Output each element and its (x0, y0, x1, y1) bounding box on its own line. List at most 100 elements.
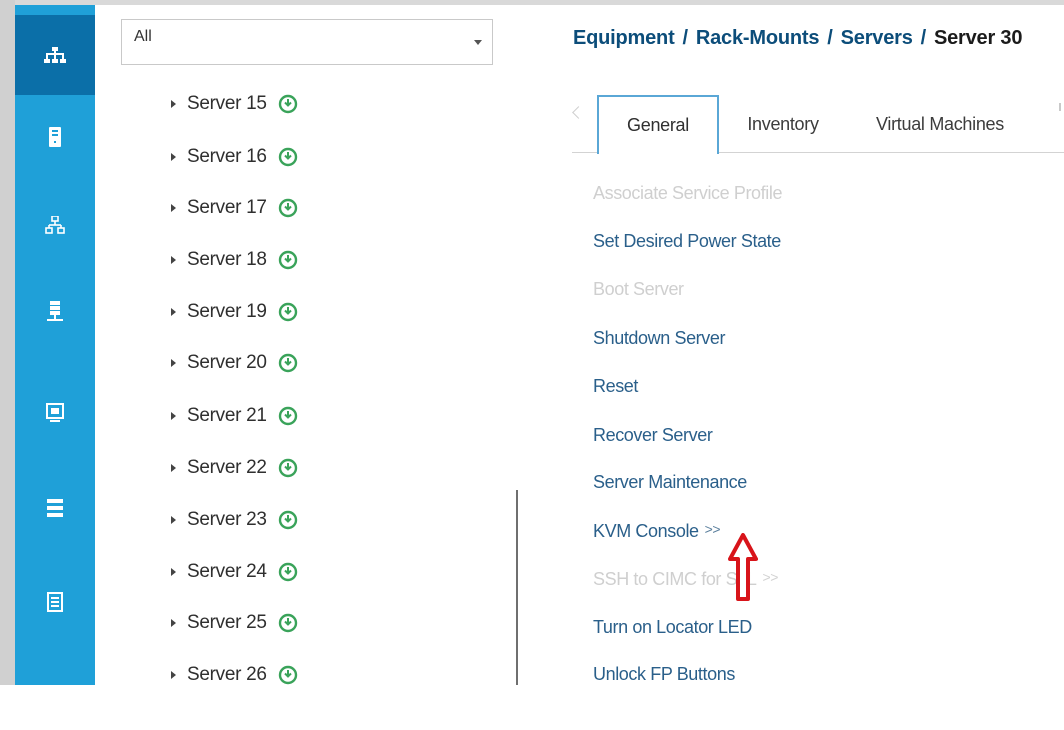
breadcrumb-current: Server 30 (933, 27, 1023, 49)
tree-item-label: Server 23 (187, 509, 267, 530)
status-ok-icon (278, 147, 297, 167)
breadcrumb-link-servers[interactable]: Servers (841, 27, 913, 49)
action-associate-service-profile[interactable]: Associate Service Profile (593, 183, 782, 204)
breadcrumb-separator: / (920, 27, 927, 49)
navigation-panel: All Server 15 Server 16 Server 17 Server… (95, 5, 542, 685)
action-label: Recover Server (593, 425, 713, 445)
rail-item-servers[interactable] (15, 97, 95, 177)
san-storage-icon (47, 301, 63, 321)
tab-virtual-machines[interactable]: Virtual Machines (855, 95, 1025, 153)
content-pane: Equipment / Rack-Mounts / Servers / Server 30 … (541, 5, 1064, 685)
tree-item-label: Server 15 (187, 93, 267, 114)
expand-arrow-icon[interactable] (171, 568, 176, 576)
tree-item-server-25[interactable]: Server 25 (171, 608, 298, 638)
filter-dropdown[interactable]: All (121, 19, 493, 65)
action-label: Shutdown Server (593, 328, 726, 348)
status-ok-icon (278, 458, 297, 478)
tree-item-server-23[interactable]: Server 23 (171, 505, 298, 535)
tab-label: General (627, 115, 689, 135)
admin-icon (53, 688, 57, 700)
tab-inventory[interactable]: Inventory (727, 95, 839, 153)
status-ok-icon (278, 665, 297, 685)
expand-arrow-icon[interactable] (171, 153, 176, 161)
rail-item-admin-list[interactable] (15, 562, 95, 642)
annotation-up-arrow-icon (728, 533, 758, 601)
rail-item-san[interactable] (15, 272, 95, 352)
expand-arrow-icon[interactable] (171, 671, 176, 679)
tree-item-server-19[interactable]: Server 19 (171, 297, 298, 327)
tree-item-label: Server 16 (187, 146, 267, 167)
tab-scroll-right-hint (1059, 103, 1061, 111)
action-label: Reset (593, 376, 639, 396)
tree-item-server-17[interactable]: Server 17 (171, 193, 298, 223)
tree-item-label: Server 19 (187, 301, 267, 322)
tree-item-server-18[interactable]: Server 18 (171, 245, 298, 275)
action-label: Set Desired Power State (593, 231, 781, 251)
tree-item-server-24[interactable]: Server 24 (171, 557, 298, 587)
panel-splitter[interactable] (516, 490, 518, 685)
status-ok-icon (278, 510, 297, 530)
tab-label: Virtual Machines (876, 113, 1004, 134)
action-label: KVM Console (593, 521, 699, 541)
action-kvm-console[interactable]: KVM Console >> (593, 521, 721, 542)
tree-item-label: Server 25 (187, 612, 267, 633)
tree-item-label: Server 20 (187, 352, 267, 373)
tree-item-server-15[interactable]: Server 15 (171, 89, 298, 119)
rail-item-vm[interactable] (15, 373, 95, 453)
admin-list-icon (47, 592, 63, 612)
expand-arrow-icon[interactable] (171, 619, 176, 627)
expand-arrow-icon[interactable] (171, 464, 176, 472)
expand-arrow-icon[interactable] (171, 256, 176, 264)
expand-arrow-icon[interactable] (171, 100, 176, 108)
tab-scroll-left-icon[interactable] (572, 106, 585, 119)
expand-arrow-icon[interactable] (171, 359, 176, 367)
server-icon (49, 127, 61, 147)
action-shutdown-server[interactable]: Shutdown Server (593, 328, 725, 349)
action-recover-server[interactable]: Recover Server (593, 425, 713, 446)
launch-arrow-icon: >> (704, 521, 721, 537)
action-turn-on-locator-led[interactable]: Turn on Locator LED (593, 617, 752, 638)
breadcrumb-link-equipment[interactable]: Equipment (573, 27, 675, 49)
tab-label: Inventory (747, 113, 819, 134)
expand-arrow-icon[interactable] (171, 308, 176, 316)
action-reset[interactable]: Reset (593, 376, 638, 397)
tree-item-label: Server 18 (187, 249, 267, 270)
action-set-desired-power-state[interactable]: Set Desired Power State (593, 231, 781, 252)
status-ok-icon (278, 353, 297, 373)
status-ok-icon (278, 302, 297, 322)
launch-arrow-icon: >> (762, 569, 779, 585)
expand-arrow-icon[interactable] (171, 412, 176, 420)
status-ok-icon (278, 613, 297, 633)
breadcrumb-link-rack-mounts[interactable]: Rack-Mounts (696, 27, 820, 49)
tree-item-server-21[interactable]: Server 21 (171, 401, 298, 431)
breadcrumb-separator: / (682, 27, 689, 49)
tree-item-label: Server 26 (187, 664, 267, 685)
tree-item-server-22[interactable]: Server 22 (171, 453, 298, 483)
action-unlock-fp-buttons[interactable]: Unlock FP Buttons (593, 664, 735, 685)
window-frame-left (0, 0, 15, 685)
rail-item-equipment[interactable] (15, 15, 95, 95)
rail-item-lan[interactable] (15, 185, 95, 265)
action-label: Server Maintenance (593, 472, 747, 492)
breadcrumb: Equipment / Rack-Mounts / Servers / Server 30 (573, 27, 1022, 50)
action-server-maintenance[interactable]: Server Maintenance (593, 472, 747, 493)
breadcrumb-separator: / (827, 27, 833, 49)
lan-network-icon (45, 216, 65, 234)
status-ok-icon (278, 94, 297, 114)
action-label: Unlock FP Buttons (593, 664, 735, 684)
tree-item-server-20[interactable]: Server 20 (171, 348, 298, 378)
expand-arrow-icon[interactable] (171, 204, 176, 212)
status-ok-icon (278, 406, 297, 426)
filter-selected-value: All (134, 28, 152, 45)
tree-item-label: Server 21 (187, 405, 267, 426)
nav-icon-rail (15, 5, 95, 700)
tree-item-server-26[interactable]: Server 26 (171, 660, 298, 690)
equipment-icon (44, 47, 66, 63)
rail-item-admin[interactable] (15, 650, 95, 730)
rail-item-storage[interactable] (15, 468, 95, 548)
action-boot-server[interactable]: Boot Server (593, 279, 684, 300)
expand-arrow-icon[interactable] (171, 516, 176, 524)
tree-item-server-16[interactable]: Server 16 (171, 142, 298, 172)
status-ok-icon (278, 198, 297, 218)
tab-general[interactable]: General (597, 95, 719, 154)
